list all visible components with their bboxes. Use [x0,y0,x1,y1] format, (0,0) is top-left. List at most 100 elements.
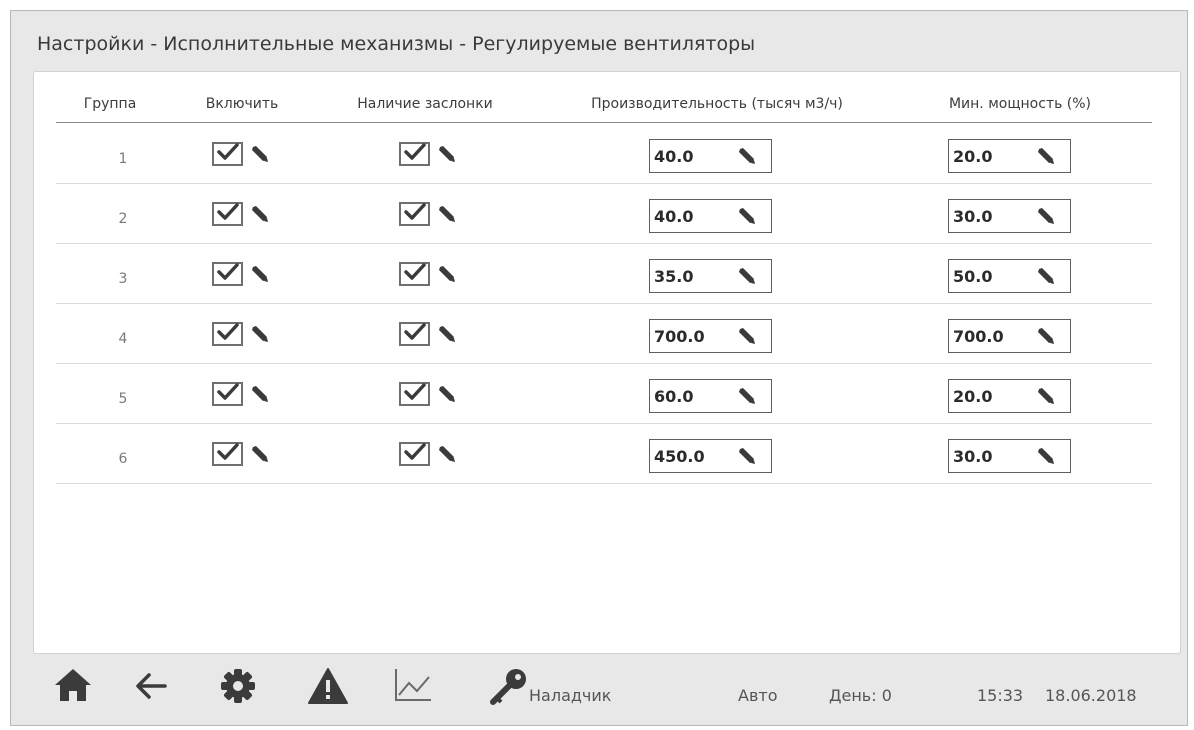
page-title: Настройки - Исполнительные механизмы - Р… [37,33,756,55]
min-power-field[interactable]: 50.0 [948,259,1071,293]
group-number: 3 [118,271,128,287]
edit-pencil-icon[interactable] [438,445,456,463]
min-power-field[interactable]: 20.0 [948,379,1071,413]
min-power-value: 700.0 [953,326,1004,346]
damper-checkbox[interactable] [399,322,430,346]
edit-pencil-icon[interactable] [738,147,756,165]
enable-control [212,440,269,468]
edit-pencil-icon[interactable] [438,145,456,163]
damper-checkbox[interactable] [399,262,430,286]
home-icon[interactable] [53,667,93,707]
checkmark-icon [216,323,239,345]
key-icon[interactable] [489,667,529,709]
back-arrow-icon[interactable] [133,671,169,705]
edit-pencil-icon[interactable] [738,327,756,345]
min-power-field[interactable]: 30.0 [948,439,1071,473]
edit-pencil-icon[interactable] [251,445,269,463]
enable-control [212,200,269,228]
edit-pencil-icon[interactable] [1037,327,1055,345]
damper-checkbox[interactable] [399,382,430,406]
edit-pencil-icon[interactable] [738,387,756,405]
edit-pencil-icon[interactable] [251,205,269,223]
enable-control [212,380,269,408]
column-header-capacity: Производительность (тысяч м3/ч) [591,96,843,112]
edit-pencil-icon[interactable] [1037,447,1055,465]
enable-checkbox[interactable] [212,142,243,166]
edit-pencil-icon[interactable] [438,265,456,283]
edit-pencil-icon[interactable] [251,265,269,283]
edit-pencil-icon[interactable] [1037,147,1055,165]
edit-pencil-icon[interactable] [1037,267,1055,285]
mode-indicator: Авто [738,686,778,705]
enable-checkbox[interactable] [212,382,243,406]
capacity-value: 35.0 [654,266,694,286]
user-role[interactable]: Наладчик [529,686,611,705]
checkmark-icon [403,263,426,285]
column-header-enable: Включить [205,96,279,112]
edit-pencil-icon[interactable] [1037,387,1055,405]
table-row: 3 35.0 50.0 [56,244,1152,304]
edit-pencil-icon[interactable] [438,325,456,343]
damper-control [399,140,456,168]
capacity-field[interactable]: 700.0 [649,319,772,353]
damper-control [399,380,456,408]
column-header-group: Группа [83,96,137,112]
table-row: 6 450.0 30.0 [56,424,1152,484]
clock-date: 18.06.2018 [1045,686,1137,705]
gear-icon[interactable] [219,667,257,709]
capacity-field[interactable]: 450.0 [649,439,772,473]
checkmark-icon [216,383,239,405]
checkmark-icon [216,143,239,165]
capacity-field[interactable]: 60.0 [649,379,772,413]
checkmark-icon [403,143,426,165]
edit-pencil-icon[interactable] [251,145,269,163]
edit-pencil-icon[interactable] [1037,207,1055,225]
table-row: 4 700.0 700.0 [56,304,1152,364]
chart-icon[interactable] [393,667,433,707]
capacity-value: 40.0 [654,146,694,166]
capacity-field[interactable]: 40.0 [649,199,772,233]
column-header-damper: Наличие заслонки [357,96,493,112]
enable-checkbox[interactable] [212,322,243,346]
table-row: 2 40.0 30.0 [56,184,1152,244]
capacity-field[interactable]: 40.0 [649,139,772,173]
edit-pencil-icon[interactable] [738,267,756,285]
damper-control [399,200,456,228]
edit-pencil-icon[interactable] [438,385,456,403]
enable-control [212,320,269,348]
min-power-field[interactable]: 30.0 [948,199,1071,233]
group-number: 1 [118,151,128,167]
hmi-screen: Настройки - Исполнительные механизмы - Р… [10,10,1188,726]
checkmark-icon [403,203,426,225]
checkmark-icon [403,323,426,345]
enable-control [212,140,269,168]
warning-icon[interactable] [307,667,349,709]
damper-checkbox[interactable] [399,142,430,166]
edit-pencil-icon[interactable] [251,325,269,343]
damper-checkbox[interactable] [399,442,430,466]
min-power-field[interactable]: 700.0 [948,319,1071,353]
enable-checkbox[interactable] [212,442,243,466]
min-power-value: 30.0 [953,206,993,226]
table-row: 1 40.0 20.0 [56,124,1152,184]
enable-checkbox[interactable] [212,202,243,226]
header-divider [56,122,1152,123]
edit-pencil-icon[interactable] [251,385,269,403]
edit-pencil-icon[interactable] [738,207,756,225]
checkmark-icon [216,263,239,285]
edit-pencil-icon[interactable] [738,447,756,465]
capacity-value: 60.0 [654,386,694,406]
group-number: 6 [118,451,128,467]
edit-pencil-icon[interactable] [438,205,456,223]
column-header-min-power: Мин. мощность (%) [948,96,1092,112]
min-power-value: 50.0 [953,266,993,286]
min-power-value: 20.0 [953,386,993,406]
damper-checkbox[interactable] [399,202,430,226]
min-power-field[interactable]: 20.0 [948,139,1071,173]
capacity-field[interactable]: 35.0 [649,259,772,293]
capacity-value: 450.0 [654,446,705,466]
capacity-value: 700.0 [654,326,705,346]
enable-checkbox[interactable] [212,262,243,286]
day-counter: День: 0 [829,686,892,705]
checkmark-icon [403,383,426,405]
